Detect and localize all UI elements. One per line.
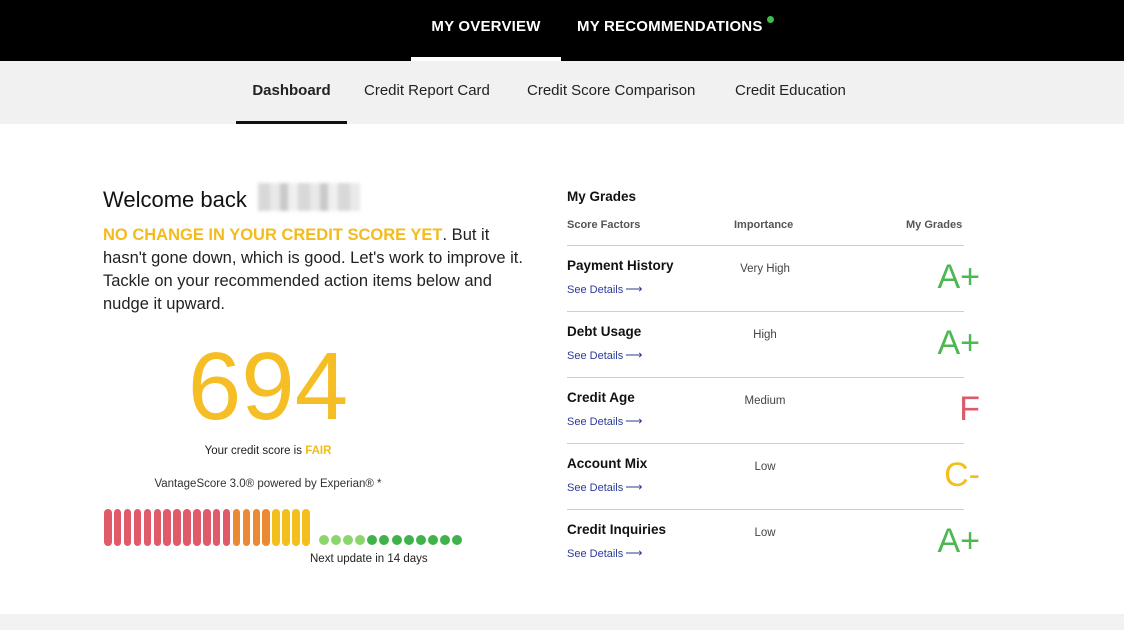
grades-row-divider xyxy=(567,443,964,444)
score-rating: FAIR xyxy=(305,445,332,457)
arrow-right-icon: ⟶ xyxy=(625,546,643,560)
nav-my-recommendations[interactable]: MY RECOMMENDATIONS xyxy=(577,0,763,61)
column-header-score-factors: Score Factors xyxy=(567,219,641,231)
gauge-bar xyxy=(183,509,191,546)
score-status-headline: NO CHANGE IN YOUR CREDIT SCORE YET xyxy=(103,226,443,244)
grades-row-divider xyxy=(567,311,964,312)
gauge-bar xyxy=(203,509,211,546)
score-message: NO CHANGE IN YOUR CREDIT SCORE YET. But … xyxy=(103,224,533,316)
grade-importance: Low xyxy=(754,527,776,539)
grade-factor-name: Payment History xyxy=(567,258,674,273)
my-grades-title: My Grades xyxy=(567,189,637,204)
gauge-bar xyxy=(143,509,152,546)
score-model-label: VantageScore 3.0® powered by Experian® * xyxy=(154,478,382,490)
grade-factor-name: Debt Usage xyxy=(567,324,642,339)
grade-importance: Low xyxy=(754,461,776,473)
nav-my-overview[interactable]: MY OVERVIEW xyxy=(411,0,561,61)
gauge-dot xyxy=(403,535,414,545)
gauge-bar xyxy=(173,509,181,546)
grades-row-divider xyxy=(567,245,964,246)
grades-row-divider xyxy=(567,377,964,378)
gauge-bar xyxy=(262,509,270,546)
grade-letter: A+ xyxy=(937,522,980,560)
redacted-user-name xyxy=(258,183,360,211)
page-footer-strip xyxy=(0,614,1124,630)
gauge-bar xyxy=(252,509,260,546)
gauge-bar xyxy=(153,509,161,546)
see-details-link[interactable]: See Details ⟶ xyxy=(567,480,642,494)
grade-factor-name: Account Mix xyxy=(567,456,648,471)
gauge-bar xyxy=(272,509,280,546)
gauge-bar xyxy=(163,509,171,546)
gauge-dot xyxy=(439,535,450,545)
see-details-label: See Details xyxy=(567,482,624,494)
see-details-link[interactable]: See Details ⟶ xyxy=(567,546,642,560)
gauge-dot xyxy=(427,535,438,545)
sub-nav-bar: Dashboard Credit Report Card Credit Scor… xyxy=(0,61,1124,124)
tab-credit-report-card[interactable]: Credit Report Card xyxy=(364,61,490,124)
see-details-link[interactable]: See Details ⟶ xyxy=(567,282,642,296)
tab-credit-education[interactable]: Credit Education xyxy=(735,61,846,124)
gauge-dot xyxy=(452,535,462,545)
column-header-importance: Importance xyxy=(734,219,794,231)
tab-credit-score-comparison[interactable]: Credit Score Comparison xyxy=(527,61,695,124)
grade-letter: F xyxy=(959,390,980,428)
gauge-bar xyxy=(222,509,231,546)
see-details-label: See Details xyxy=(567,284,624,296)
gauge-bar xyxy=(193,509,201,546)
gauge-dot xyxy=(391,535,402,545)
gauge-dot xyxy=(331,535,341,545)
grade-importance: Medium xyxy=(744,395,786,407)
tab-dashboard[interactable]: Dashboard xyxy=(236,61,347,124)
score-caption: Your credit score is FAIR xyxy=(103,445,433,457)
gauge-bar xyxy=(292,509,300,546)
gauge-bar xyxy=(133,509,142,546)
grade-factor-name: Credit Age xyxy=(567,390,635,405)
next-update-label: Next update in 14 days xyxy=(310,553,428,565)
top-nav-bar xyxy=(0,0,1124,61)
welcome-heading: Welcome back xyxy=(103,187,247,212)
arrow-right-icon: ⟶ xyxy=(625,282,643,296)
gauge-dot xyxy=(415,535,426,545)
grades-row-divider xyxy=(567,509,964,510)
gauge-bar xyxy=(123,509,132,546)
arrow-right-icon: ⟶ xyxy=(625,414,643,428)
notification-dot-icon xyxy=(767,16,774,23)
column-header-my-grades: My Grades xyxy=(906,219,963,231)
grade-letter: C- xyxy=(944,456,980,494)
gauge-bar xyxy=(242,509,251,546)
gauge-bar xyxy=(232,509,241,546)
grade-importance: High xyxy=(753,329,777,341)
credit-score-value: 694 xyxy=(187,333,349,440)
grade-letter: A+ xyxy=(937,324,980,362)
gauge-bar xyxy=(302,509,310,546)
gauge-bar xyxy=(104,509,112,546)
see-details-link[interactable]: See Details ⟶ xyxy=(567,348,642,362)
see-details-link[interactable]: See Details ⟶ xyxy=(567,414,642,428)
see-details-label: See Details xyxy=(567,350,624,362)
gauge-bar xyxy=(212,509,221,546)
gauge-bar xyxy=(282,509,290,546)
gauge-bar xyxy=(113,509,122,546)
see-details-label: See Details xyxy=(567,548,624,560)
arrow-right-icon: ⟶ xyxy=(625,480,643,494)
gauge-dot xyxy=(318,535,329,545)
grade-factor-name: Credit Inquiries xyxy=(567,522,667,537)
grade-importance: Very High xyxy=(740,263,790,275)
arrow-right-icon: ⟶ xyxy=(625,348,643,362)
see-details-label: See Details xyxy=(567,416,624,428)
score-caption-text: Your credit score is xyxy=(204,445,306,457)
grade-letter: A+ xyxy=(937,258,980,296)
